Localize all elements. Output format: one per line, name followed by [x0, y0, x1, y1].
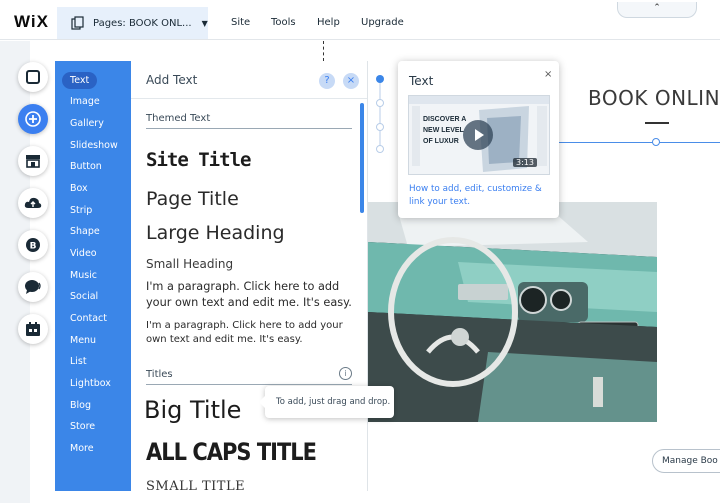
car-dashboard-image[interactable]	[368, 202, 657, 422]
layout-icon	[26, 70, 40, 84]
chevron-up-icon: ⌃	[653, 3, 661, 13]
category-gallery[interactable]: Gallery	[70, 118, 104, 129]
preset-large-heading[interactable]: Large Heading	[146, 222, 285, 244]
section-label-themed: Themed Text	[146, 113, 211, 124]
category-list[interactable]: List	[70, 356, 87, 367]
video-thumbnail[interactable]: DISCOVER A NEW LEVEL OF LUXUR 3:13	[408, 95, 550, 175]
category-image[interactable]: Image	[70, 96, 100, 107]
video-duration: 3:13	[513, 158, 537, 167]
menu-tools[interactable]: Tools	[271, 17, 296, 28]
upload-icon	[24, 197, 42, 208]
tutorial-link[interactable]: How to add, edit, customize & link your …	[409, 183, 549, 209]
section-divider	[146, 384, 352, 385]
svg-text:B: B	[30, 242, 37, 252]
popover-title: Text	[409, 74, 434, 88]
thumb-text-line: OF LUXUR	[423, 138, 459, 145]
panel-scrollbar[interactable]	[360, 103, 364, 213]
pages-dropdown[interactable]: Pages: BOOK ONL... ▼	[57, 7, 208, 39]
blog-tool-button[interactable]: B	[18, 230, 48, 260]
chat-icon	[25, 280, 41, 294]
section-label-titles: Titles	[146, 369, 173, 380]
category-slideshow[interactable]: Slideshow	[70, 140, 118, 151]
category-music[interactable]: Music	[70, 270, 97, 281]
category-button[interactable]: Button	[70, 161, 102, 172]
category-shape[interactable]: Shape	[70, 226, 100, 237]
manage-bookings-button[interactable]: Manage Boo	[652, 449, 720, 473]
menu-help[interactable]: Help	[317, 17, 340, 28]
chevron-down-icon: ▼	[201, 18, 208, 28]
category-store[interactable]: Store	[70, 421, 95, 432]
info-icon[interactable]: i	[339, 367, 352, 380]
heading-divider	[645, 122, 669, 124]
panel-title: Add Text	[146, 73, 198, 87]
car-dashboard-illustration	[368, 202, 657, 422]
play-icon	[475, 129, 484, 141]
strip-handle[interactable]	[652, 138, 660, 146]
layout-tool-button[interactable]	[18, 62, 48, 92]
category-social[interactable]: Social	[70, 291, 98, 302]
preset-small-title[interactable]: SMALL TITLE	[146, 479, 245, 491]
category-more[interactable]: More	[70, 443, 94, 454]
preset-small-heading[interactable]: Small Heading	[146, 257, 233, 271]
pages-label: Pages: BOOK ONL...	[93, 17, 192, 29]
blog-icon: B	[26, 238, 40, 252]
chat-tool-button[interactable]	[18, 272, 48, 302]
store-tool-button[interactable]	[18, 146, 48, 176]
video-pager	[369, 61, 391, 161]
preset-paragraph-2[interactable]: I'm a paragraph. Click here to add your …	[146, 319, 361, 347]
upload-tool-button[interactable]	[18, 188, 48, 218]
collapse-toolbar-tab[interactable]: ⌃	[617, 2, 697, 18]
category-blog[interactable]: Blog	[70, 400, 91, 411]
menu-site[interactable]: Site	[231, 17, 250, 28]
gridline	[323, 41, 324, 61]
pager-track	[376, 75, 384, 153]
section-divider	[146, 128, 352, 129]
category-box[interactable]: Box	[70, 183, 88, 194]
thumb-text-line: NEW LEVEL	[423, 127, 464, 134]
preset-site-title[interactable]: Site Title	[146, 149, 251, 171]
category-text[interactable]: Text	[62, 72, 98, 89]
calendar-icon	[26, 322, 40, 336]
add-categories-panel: Text Image Gallery Slideshow Button Box …	[55, 61, 131, 491]
preset-all-caps-title[interactable]: ALL CAPS TITLE	[146, 438, 317, 466]
close-icon[interactable]: ×	[544, 69, 552, 80]
category-menu[interactable]: Menu	[70, 335, 96, 346]
play-button[interactable]	[463, 120, 493, 150]
preset-page-title[interactable]: Page Title	[146, 188, 239, 210]
drag-tooltip: To add, just drag and drop.	[259, 386, 394, 418]
add-icon	[25, 111, 41, 127]
wix-logo[interactable]: WiX	[14, 12, 49, 32]
preset-paragraph-1[interactable]: I'm a paragraph. Click here to add your …	[146, 279, 361, 311]
calendar-tool-button[interactable]	[18, 314, 48, 344]
category-contact[interactable]: Contact	[70, 313, 107, 324]
category-strip[interactable]: Strip	[70, 205, 92, 216]
thumb-text-line: DISCOVER A	[423, 116, 467, 123]
menu-upgrade[interactable]: Upgrade	[361, 17, 404, 28]
add-text-panel: Add Text ? × Themed Text Site Title Page…	[131, 61, 368, 491]
close-button[interactable]: ×	[343, 73, 359, 89]
page-heading[interactable]: BOOK ONLIN	[588, 86, 720, 110]
category-lightbox[interactable]: Lightbox	[70, 378, 111, 389]
preset-big-title[interactable]: Big Title	[144, 396, 241, 424]
tutorial-popover: Text × DISCOVER A NEW LEVEL OF LUXUR 3:1…	[398, 61, 559, 218]
category-video[interactable]: Video	[70, 248, 97, 259]
strip-guide	[558, 142, 720, 143]
pages-icon	[71, 16, 84, 30]
help-button[interactable]: ?	[319, 73, 335, 89]
store-icon	[26, 155, 40, 168]
top-bar: WiX Pages: BOOK ONL... ▼ Site Tools Help…	[0, 0, 720, 40]
add-tool-button[interactable]	[18, 104, 48, 134]
panel-header: Add Text ? ×	[131, 61, 367, 99]
